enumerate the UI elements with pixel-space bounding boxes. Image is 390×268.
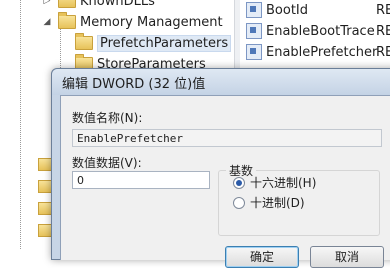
value-data-label: 数值数据(V): <box>72 156 142 170</box>
tree-guide-line <box>20 0 22 249</box>
radio-decimal[interactable]: 十进制(D) <box>233 196 305 210</box>
radio-unchecked-icon[interactable] <box>233 196 245 209</box>
radio-hexadecimal[interactable]: 十六进制(H) <box>233 176 316 190</box>
reg-binary-icon <box>246 43 262 60</box>
dialog-titlebar[interactable]: 编辑 DWORD (32 位)值 <box>52 69 390 95</box>
value-name-field[interactable]: EnablePrefetcher <box>72 129 382 147</box>
tree-item-knowndlls[interactable]: ▷ KnownDLLs <box>44 0 155 11</box>
reg-binary-icon <box>246 22 262 39</box>
folder-icon <box>75 32 93 50</box>
radio-checked-icon[interactable] <box>233 176 245 189</box>
reg-binary-icon <box>246 1 262 18</box>
value-data-input[interactable]: 0 <box>72 171 210 189</box>
dialog-body: 数值名称(N): EnablePrefetcher 数值数据(V): 0 基数 … <box>60 95 390 268</box>
folder-open-icon <box>58 11 76 29</box>
ok-button[interactable]: 确定 <box>225 246 299 268</box>
edit-dword-dialog: 编辑 DWORD (32 位)值 数值名称(N): EnablePrefetch… <box>51 68 390 268</box>
value-row[interactable]: EnablePrefetcher REC <box>246 43 390 63</box>
cancel-button[interactable]: 取消 <box>310 246 384 268</box>
value-row[interactable]: BootId REC <box>246 1 390 21</box>
folder-icon <box>58 0 76 8</box>
tree-item-prefetchparameters[interactable]: PrefetchParameters <box>75 32 232 53</box>
collapse-icon[interactable]: ◢ <box>42 17 52 27</box>
value-row[interactable]: EnableBootTrace REC <box>246 22 390 42</box>
tree-item-memory-management[interactable]: ◢ Memory Management <box>44 11 223 32</box>
dialog-title: 编辑 DWORD (32 位)值 <box>62 77 206 92</box>
expand-icon[interactable]: ▷ <box>42 0 52 6</box>
value-name-label: 数值名称(N): <box>72 111 143 125</box>
